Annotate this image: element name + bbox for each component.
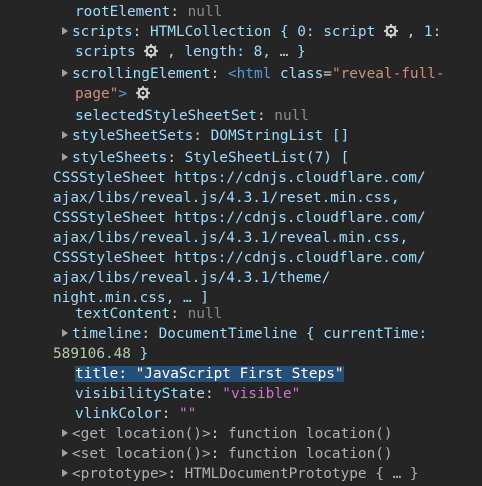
console-output: rootElement: null scripts: HTMLCollectio…	[0, 0, 482, 486]
triangle-right-icon[interactable]	[62, 153, 68, 161]
stylesheet-line: CSSStyleSheet https://cdnjs.cloudflare.c…	[53, 250, 426, 266]
prop-vlinkColor: vlinkColor: ""	[75, 406, 197, 422]
stylesheet-line: CSSStyleSheet https://cdnjs.cloudflare.c…	[53, 170, 426, 186]
stylesheet-line: ajax/libs/reveal.js/4.3.1/theme/	[53, 270, 331, 286]
prop-scrollingElement-cont: page">	[75, 84, 150, 104]
prop-styleSheetSets[interactable]: styleSheetSets: DOMStringList []	[62, 126, 349, 146]
triangle-right-icon[interactable]	[62, 131, 68, 139]
prop-styleSheets[interactable]: styleSheets: StyleSheetList(7) [	[62, 148, 349, 168]
gear-icon[interactable]	[383, 24, 398, 38]
gear-icon[interactable]	[135, 86, 150, 100]
stylesheet-line: ajax/libs/reveal.js/4.3.1/reset.min.css,	[53, 190, 400, 206]
prop-visibilityState: visibilityState: "visible"	[75, 386, 301, 402]
triangle-right-icon[interactable]	[62, 469, 68, 477]
prop-scripts-cont: scripts , length: 8, … }	[75, 44, 306, 60]
triangle-right-icon[interactable]	[62, 429, 68, 437]
prop-get-location[interactable]: <get location()>: function location()	[62, 424, 393, 444]
prop-prototype[interactable]: <prototype>: HTMLDocumentPrototype { … }	[62, 464, 419, 484]
prop-timeline[interactable]: timeline: DocumentTimeline { currentTime…	[62, 324, 427, 344]
prop-scrollingElement[interactable]: scrollingElement: <html class="reveal-fu…	[62, 64, 445, 84]
prop-selectedStyleSheetSet: selectedStyleSheetSet: null	[75, 108, 309, 124]
stylesheet-line: CSSStyleSheet https://cdnjs.cloudflare.c…	[53, 210, 426, 226]
triangle-right-icon[interactable]	[62, 449, 68, 457]
prop-scripts[interactable]: scripts: HTMLCollection { 0: script , 1:	[62, 22, 441, 42]
prop-rootElement: rootElement: null	[75, 4, 223, 20]
triangle-right-icon[interactable]	[62, 27, 68, 35]
gear-icon[interactable]	[144, 44, 159, 58]
prop-textContent: textContent: null	[75, 306, 223, 322]
prop-set-location[interactable]: <set location()>: function location()	[62, 444, 393, 464]
triangle-right-icon[interactable]	[62, 69, 68, 77]
stylesheet-line: ajax/libs/reveal.js/4.3.1/reveal.min.css…	[53, 230, 409, 246]
prop-timeline-cont: 589106.48 }	[53, 346, 149, 362]
triangle-right-icon[interactable]	[62, 329, 68, 337]
prop-title[interactable]: title: "JavaScript First Steps"	[75, 364, 344, 384]
